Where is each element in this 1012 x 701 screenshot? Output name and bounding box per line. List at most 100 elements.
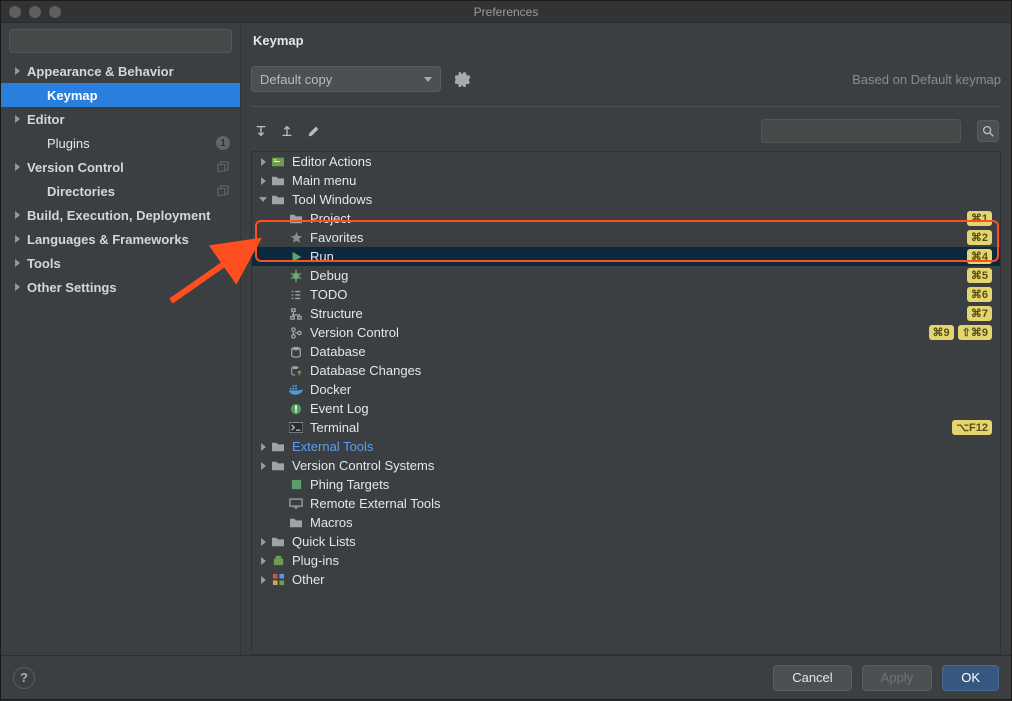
keymap-tree-label: Other	[292, 572, 992, 587]
divider	[251, 106, 1001, 107]
keymap-tree-row[interactable]: Docker	[252, 380, 1000, 399]
sidebar: Appearance & Behavior Keymap EditorPlugins…	[1, 23, 241, 655]
chevron-right-icon	[258, 557, 268, 565]
keymap-tree-row[interactable]: Tool Windows	[252, 190, 1000, 209]
keymap-tree-row[interactable]: Phing Targets	[252, 475, 1000, 494]
gear-icon[interactable]	[455, 71, 471, 87]
keymap-tree-label: Version Control Systems	[292, 458, 992, 473]
sidebar-item[interactable]: Keymap	[1, 83, 240, 107]
sidebar-item-label: Appearance & Behavior	[27, 64, 230, 79]
keymap-tree-label: Macros	[310, 515, 992, 530]
keymap-tree[interactable]: Editor Actions Main menuTool WindowsProje…	[251, 151, 1001, 655]
keymap-tree-row[interactable]: Other	[252, 570, 1000, 589]
todo-icon	[288, 287, 304, 303]
chevron-right-icon	[258, 576, 268, 584]
star-icon	[288, 230, 304, 246]
keymap-tree-row[interactable]: Main menu	[252, 171, 1000, 190]
keymap-tree-row[interactable]: Plug-ins	[252, 551, 1000, 570]
sidebar-item[interactable]: Appearance & Behavior	[1, 59, 240, 83]
keymap-tree-row[interactable]: Version Control Systems	[252, 456, 1000, 475]
keymap-scheme-dropdown[interactable]: Default copy	[251, 66, 441, 92]
keymap-tree-label: Remote External Tools	[310, 496, 992, 511]
keymap-tree-row[interactable]: Remote External Tools	[252, 494, 1000, 513]
chevron-right-icon	[13, 67, 21, 75]
footer: ? Cancel Apply OK	[1, 655, 1011, 699]
sidebar-item[interactable]: Plugins1	[1, 131, 240, 155]
keymap-tree-row[interactable]: Project⌘1	[252, 209, 1000, 228]
tree-toolbar	[251, 115, 1001, 147]
keymap-tree-row[interactable]: Quick Lists	[252, 532, 1000, 551]
keymap-tree-label: Plug-ins	[292, 553, 992, 568]
shortcut-badge: ⌘6	[967, 287, 992, 302]
chevron-right-icon	[13, 163, 21, 171]
chevron-right-icon	[258, 538, 268, 546]
close-window-button[interactable]	[9, 6, 21, 18]
keymap-tree-label: Editor Actions	[292, 154, 992, 169]
sidebar-item[interactable]: Directories	[1, 179, 240, 203]
keymap-tree-row[interactable]: Event Log	[252, 399, 1000, 418]
remote-icon	[288, 496, 304, 512]
folder-icon	[270, 192, 286, 208]
folder-icon	[270, 173, 286, 189]
shortcut-badge: ⌘1	[967, 211, 992, 226]
share-scope-icon	[216, 185, 230, 197]
chevron-right-icon	[13, 211, 21, 219]
chevron-right-icon	[33, 91, 41, 99]
find-action-by-shortcut-icon[interactable]	[977, 120, 999, 142]
expand-all-icon[interactable]	[253, 123, 269, 139]
sidebar-item[interactable]: Other Settings	[1, 275, 240, 299]
keymap-tree-row[interactable]: External Tools	[252, 437, 1000, 456]
sidebar-item[interactable]: Build, Execution, Deployment	[1, 203, 240, 227]
ok-button[interactable]: OK	[942, 665, 999, 691]
sidebar-item[interactable]: Editor	[1, 107, 240, 131]
sidebar-item-label: Directories	[47, 184, 216, 199]
main-panel: Keymap Default copy Based on Default key…	[241, 23, 1011, 655]
keymap-tree-row[interactable]: Structure⌘7	[252, 304, 1000, 323]
keymap-tree-row[interactable]: Database Changes	[252, 361, 1000, 380]
keymap-tree-row[interactable]: Version Control⌘9⇧⌘9	[252, 323, 1000, 342]
zoom-window-button[interactable]	[49, 6, 61, 18]
sidebar-item-label: Build, Execution, Deployment	[27, 208, 230, 223]
sidebar-item[interactable]: Tools	[1, 251, 240, 275]
keymap-tree-row[interactable]: Run⌘4	[252, 247, 1000, 266]
tree-search-input[interactable]	[761, 119, 961, 143]
keymap-tree-label: Structure	[310, 306, 963, 321]
keymap-tree-label: Docker	[310, 382, 992, 397]
help-button[interactable]: ?	[13, 667, 35, 689]
keymap-tree-row[interactable]: Editor Actions	[252, 152, 1000, 171]
keymap-tree-row[interactable]: TODO⌘6	[252, 285, 1000, 304]
keymap-tree-row[interactable]: Debug ⌘5	[252, 266, 1000, 285]
sidebar-item-label: Keymap	[47, 88, 230, 103]
edit-shortcut-icon[interactable]	[305, 123, 321, 139]
vcs-icon	[288, 325, 304, 341]
chevron-down-icon	[424, 77, 432, 82]
sidebar-item-label: Languages & Frameworks	[27, 232, 230, 247]
keymap-tree-row[interactable]: Terminal⌥F12	[252, 418, 1000, 437]
shortcut-badge: ⌥F12	[952, 420, 992, 435]
collapse-all-icon[interactable]	[279, 123, 295, 139]
run-icon	[288, 249, 304, 265]
cancel-button[interactable]: Cancel	[773, 665, 851, 691]
sidebar-item[interactable]: Languages & Frameworks	[1, 227, 240, 251]
apply-button[interactable]: Apply	[862, 665, 933, 691]
sidebar-search-input[interactable]	[9, 29, 232, 53]
chevron-right-icon	[258, 158, 268, 166]
keymap-tree-row[interactable]: Favorites⌘2	[252, 228, 1000, 247]
keymap-tree-label: Event Log	[310, 401, 992, 416]
sidebar-item[interactable]: Version Control	[1, 155, 240, 179]
folder-icon	[270, 458, 286, 474]
db-icon	[288, 344, 304, 360]
keymap-tree-row[interactable]: Macros	[252, 513, 1000, 532]
keymap-tree-label: Favorites	[310, 230, 963, 245]
main-title: Keymap	[253, 33, 1001, 48]
sidebar-item-label: Version Control	[27, 160, 216, 175]
shortcut-badge: ⌘5	[967, 268, 992, 283]
structure-icon	[288, 306, 304, 322]
keymap-tree-label: Version Control	[310, 325, 925, 340]
keymap-tree-row[interactable]: Database	[252, 342, 1000, 361]
minimize-window-button[interactable]	[29, 6, 41, 18]
chevron-right-icon	[258, 177, 268, 185]
sidebar-item-label: Tools	[27, 256, 230, 271]
folder-icon	[288, 515, 304, 531]
keymap-tree-label: Debug	[310, 268, 963, 283]
